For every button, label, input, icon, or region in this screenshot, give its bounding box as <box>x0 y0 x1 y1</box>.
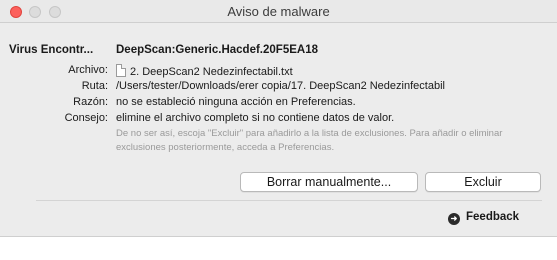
feedback-label: Feedback <box>466 211 520 223</box>
file-icon <box>116 64 126 77</box>
arrow-circle-icon: ➜ <box>448 213 460 225</box>
razon-value: no se estableció ninguna acción en Prefe… <box>116 96 356 108</box>
razon-label: Razón: <box>73 96 108 108</box>
divider <box>36 200 542 201</box>
alert-content: Virus Encontr... DeepScan:Generic.Hacdef… <box>0 24 557 236</box>
exclusion-note: De no ser así, escoja "Excluir" para aña… <box>116 128 503 153</box>
archivo-value: 2. DeepScan2 Nedezinfectabil.txt <box>116 64 293 78</box>
consejo-label: Consejo: <box>64 112 108 124</box>
window-title: Aviso de malware <box>227 4 330 19</box>
archivo-label: Archivo: <box>68 64 108 76</box>
archivo-filename: 2. DeepScan2 Nedezinfectabil.txt <box>130 66 293 78</box>
consejo-value: elimine el archivo completo si no contie… <box>116 112 395 124</box>
malware-alert-window: Aviso de malware Virus Encontr... DeepSc… <box>0 0 557 260</box>
ruta-label: Ruta: <box>81 80 108 92</box>
title-bar: Aviso de malware <box>0 0 557 23</box>
lower-pane <box>0 237 557 260</box>
ruta-value: /Users/tester/Downloads/erer copia/17. D… <box>116 80 445 92</box>
delete-manually-button[interactable]: Borrar manualmente... <box>240 172 418 192</box>
exclude-button[interactable]: Excluir <box>425 172 541 192</box>
virus-name: DeepScan:Generic.Hacdef.20F5EA18 <box>116 44 318 56</box>
feedback-link[interactable]: ➜ Feedback <box>448 211 519 227</box>
virus-found-label: Virus Encontr... <box>9 44 94 56</box>
